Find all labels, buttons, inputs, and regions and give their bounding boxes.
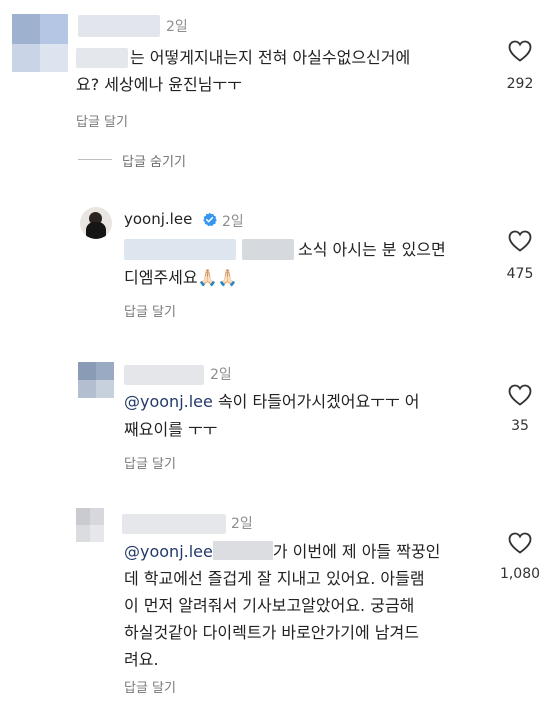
- comment-text-line: 요? 세상에나 윤진님ㅜㅜ: [76, 75, 242, 94]
- like-count: 292: [506, 76, 534, 92]
- comment-text-line: 디엠주세요🙏🏻🙏🏻: [124, 264, 237, 291]
- blurred-username: [124, 365, 204, 385]
- comment-time: 2일: [210, 367, 232, 383]
- comment-text: 디엠주세요: [124, 268, 198, 287]
- divider: [78, 159, 112, 160]
- blurred-username: [78, 15, 160, 37]
- comment-text-line: 하실것같아 다이렉트가 바로안가기에 남겨드: [124, 623, 419, 642]
- mention-link[interactable]: @yoonj.lee: [124, 542, 213, 561]
- like-count: 475: [506, 266, 534, 282]
- comment-text-line: @yoonj.lee 가 이번에 제 아들 짝꿍인: [124, 538, 440, 565]
- reply-button[interactable]: 답글 달기: [76, 111, 128, 130]
- comment-time: 2일: [231, 516, 253, 532]
- avatar[interactable]: [12, 14, 68, 72]
- like-count: 1,080: [499, 566, 541, 582]
- comment-text-line: 데 학교에선 즐겁게 잘 지내고 있어요. 아들램: [124, 569, 425, 588]
- comment-text: 속이 타들어가시겠어요ㅜㅜ 어: [212, 392, 420, 411]
- hide-replies-label[interactable]: 답글 숨기기: [122, 151, 186, 170]
- mention-link[interactable]: @yoonj.lee: [124, 392, 213, 411]
- comment-time: 2일: [222, 214, 244, 230]
- heart-icon[interactable]: [508, 230, 532, 252]
- reply-button[interactable]: 답글 달기: [124, 453, 176, 472]
- comment-text-line: 째요이를 ㅜㅜ: [124, 420, 218, 439]
- heart-icon[interactable]: [508, 40, 532, 62]
- avatar[interactable]: [76, 508, 104, 542]
- username[interactable]: yoonj.lee: [124, 210, 192, 228]
- reply-button[interactable]: 답글 달기: [124, 677, 176, 696]
- blurred-name: [76, 48, 128, 68]
- avatar[interactable]: [80, 207, 112, 239]
- like-count: 35: [511, 418, 529, 434]
- comment-time: 2일: [166, 19, 188, 35]
- comment-text-line: 는 어떻게지내는지 전혀 아실수없으신거에: [130, 48, 411, 67]
- blurred-mention: [242, 239, 294, 260]
- avatar[interactable]: [78, 362, 114, 398]
- praying-hands-emoji: 🙏🏻🙏🏻: [197, 268, 238, 287]
- comment-text-line: 이 먼저 알려줘서 기사보고알았어요. 궁금해: [124, 596, 415, 615]
- blurred-username: [122, 514, 226, 534]
- comment-text-line: 려요.: [124, 650, 159, 669]
- verified-badge-icon: [203, 212, 217, 227]
- comment-text: 가 이번에 제 아들 짝꿍인: [272, 542, 441, 561]
- blurred-mention: [124, 239, 236, 260]
- heart-icon[interactable]: [508, 532, 532, 554]
- reply-button[interactable]: 답글 달기: [124, 301, 176, 320]
- heart-icon[interactable]: [508, 384, 532, 406]
- blurred-name: [212, 541, 273, 560]
- comment-text-line: 소식 아시는 분 있으면: [298, 240, 446, 259]
- comment-text-line: @yoonj.lee 속이 타들어가시겠어요ㅜㅜ 어: [124, 388, 419, 415]
